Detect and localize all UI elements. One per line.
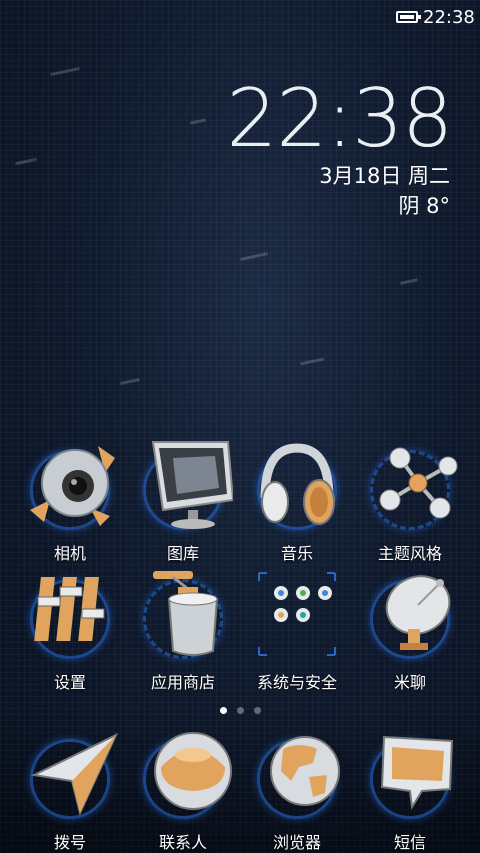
app-label: 音乐 bbox=[280, 544, 313, 563]
camera-icon bbox=[20, 438, 120, 538]
app-label: 应用商店 bbox=[150, 673, 215, 692]
app-music[interactable]: 音乐 bbox=[237, 438, 357, 564]
app-messages[interactable]: 短信 bbox=[350, 727, 470, 853]
music-icon bbox=[247, 438, 347, 538]
dialer-icon bbox=[20, 727, 120, 827]
app-label: 拨号 bbox=[53, 833, 86, 852]
app-label: 联系人 bbox=[158, 833, 207, 852]
gallery-icon bbox=[133, 438, 233, 538]
battery-icon bbox=[396, 11, 421, 23]
app-label: 短信 bbox=[393, 833, 426, 852]
app-gallery[interactable]: 图库 bbox=[123, 438, 243, 564]
app-label: 图库 bbox=[166, 544, 199, 563]
browser-icon bbox=[247, 727, 347, 827]
clock-widget-time[interactable]: 22:38 bbox=[226, 72, 453, 165]
status-time: 22:38 bbox=[423, 7, 475, 28]
settings-icon bbox=[20, 567, 120, 667]
app-camera[interactable]: 相机 bbox=[10, 438, 130, 564]
app-label: 相机 bbox=[53, 544, 86, 563]
app-dialer[interactable]: 拨号 bbox=[10, 727, 130, 853]
app-label: 浏览器 bbox=[272, 833, 321, 852]
app-label: 米聊 bbox=[393, 673, 426, 692]
app-label: 主题风格 bbox=[377, 544, 442, 563]
app-contacts[interactable]: 联系人 bbox=[123, 727, 243, 853]
theme-icon bbox=[360, 438, 460, 538]
app-label: 系统与安全 bbox=[256, 673, 337, 692]
clock-widget-weather[interactable]: 阴 8° bbox=[398, 190, 450, 220]
app-browser[interactable]: 浏览器 bbox=[237, 727, 357, 853]
folder-system-security[interactable]: 系统与安全 bbox=[237, 567, 357, 693]
contacts-icon bbox=[133, 727, 233, 827]
system-security-folder-icon bbox=[247, 567, 347, 667]
app-miliao[interactable]: 米聊 bbox=[350, 567, 470, 693]
app-label: 设置 bbox=[53, 673, 86, 692]
app-theme[interactable]: 主题风格 bbox=[350, 438, 470, 564]
messages-icon bbox=[360, 727, 460, 827]
app-settings[interactable]: 设置 bbox=[10, 567, 130, 693]
clock-widget-date: 3月18日 周二 bbox=[319, 164, 450, 188]
miliao-icon bbox=[360, 567, 460, 667]
app-store-icon bbox=[133, 567, 233, 667]
status-bar: 22:38 bbox=[0, 0, 480, 34]
app-store[interactable]: 应用商店 bbox=[123, 567, 243, 693]
